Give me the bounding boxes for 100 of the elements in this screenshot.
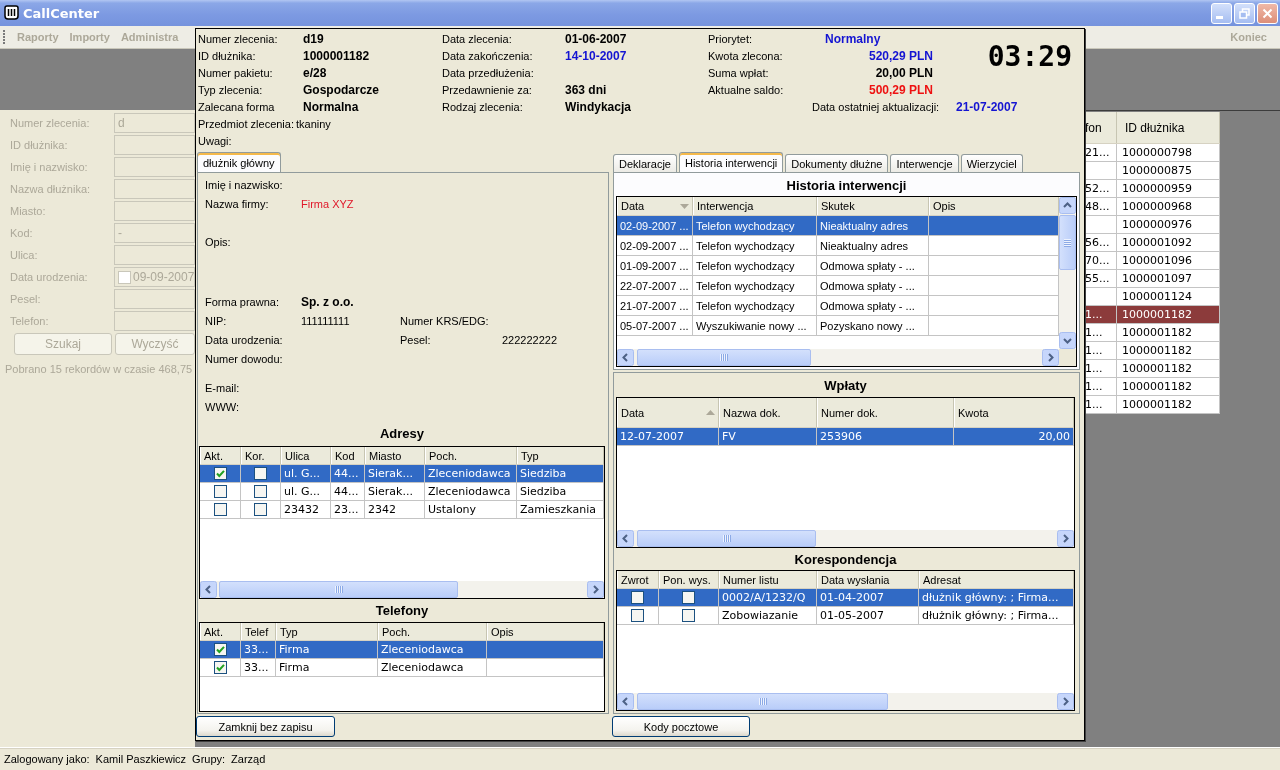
table-row[interactable]: 1... 1000001182	[1085, 396, 1220, 414]
postal-codes-button[interactable]: Kody pocztowe	[612, 716, 750, 737]
column-header[interactable]: Poch.	[425, 447, 517, 464]
column-header[interactable]: Data	[617, 398, 719, 427]
checkbox[interactable]	[682, 591, 695, 604]
column-header[interactable]: Nazwa dok.	[719, 398, 817, 427]
column-header[interactable]: Data	[617, 197, 693, 215]
table-row[interactable]: ul. G... 44... Sierak... Zleceniodawca Siedziba	[200, 465, 604, 483]
scroll-thumb[interactable]	[637, 530, 816, 547]
scroll-right-button[interactable]	[1057, 530, 1074, 547]
column-header[interactable]: Kwota	[954, 398, 1074, 427]
checkbox[interactable]	[213, 485, 227, 498]
table-row[interactable]: Zobowiazanie 01-05-2007 dłużnik główny: ; Firma...	[617, 607, 1074, 625]
table-row[interactable]: 56... 1000001092	[1085, 234, 1220, 252]
column-header[interactable]: ID dłużnika	[1117, 112, 1220, 143]
column-header[interactable]: Kor.	[241, 447, 281, 464]
scroll-left-button[interactable]	[617, 349, 634, 366]
table-row[interactable]: 01-09-2007 ... Telefon wychodzący Odmowa spłaty - ...	[617, 256, 1059, 276]
column-header[interactable]: Typ	[276, 623, 378, 640]
table-row[interactable]: 55... 1000001097	[1085, 270, 1220, 288]
table-row[interactable]: 23432 23... 2342 Ustalony Zamieszkania	[200, 501, 604, 519]
scroll-thumb[interactable]	[637, 349, 811, 366]
table-row[interactable]: 1000001124	[1085, 288, 1220, 306]
table-row[interactable]: 33... Firma Zleceniodawca	[200, 641, 604, 659]
table-row[interactable]: 02-09-2007 ... Telefon wychodzący Nieaktualny adres	[617, 216, 1059, 236]
checkbox[interactable]	[213, 643, 227, 656]
checkbox[interactable]	[254, 485, 267, 498]
table-row[interactable]: 21-07-2007 ... Telefon wychodzący Odmowa spłaty - ...	[617, 296, 1059, 316]
scroll-right-button[interactable]	[1042, 349, 1059, 366]
column-header[interactable]: Pon. wys.	[659, 571, 719, 588]
table-cell: 12-07-2007	[617, 428, 719, 446]
checkbox[interactable]	[682, 609, 695, 622]
checkbox[interactable]	[254, 503, 267, 516]
table-row[interactable]: 1... 1000001182	[1085, 378, 1220, 396]
section-title: Historia interwencji	[786, 178, 907, 193]
tab[interactable]: Interwencje	[890, 154, 959, 172]
scroll-left-button[interactable]	[200, 581, 217, 598]
column-header[interactable]: Telef	[241, 623, 276, 640]
restore-button[interactable]	[1234, 2, 1255, 24]
column-header[interactable]: Skutek	[817, 197, 929, 215]
scroll-right-button[interactable]	[587, 581, 604, 598]
checkbox[interactable]	[631, 591, 644, 604]
close-button[interactable]	[1257, 2, 1278, 24]
table-row[interactable]: 1000000875	[1085, 162, 1220, 180]
tab[interactable]: Deklaracje	[613, 154, 677, 172]
table-row[interactable]: 22-07-2007 ... Telefon wychodzący Odmowa spłaty - ...	[617, 276, 1059, 296]
scroll-thumb[interactable]	[637, 693, 888, 710]
scroll-thumb[interactable]	[1059, 215, 1076, 270]
tab[interactable]: Wierzyciel	[960, 154, 1023, 172]
column-header[interactable]: Opis	[487, 623, 604, 640]
table-row[interactable]: 02-09-2007 ... Telefon wychodzący Nieaktualny adres	[617, 236, 1059, 256]
scroll-thumb[interactable]	[219, 581, 458, 598]
table-row[interactable]: 0002/A/1232/Q 01-04-2007 dłużnik główny: ; Firma...	[617, 589, 1074, 607]
checkbox[interactable]	[254, 467, 267, 480]
scroll-left-button[interactable]	[617, 530, 634, 547]
column-header[interactable]: Akt.	[200, 447, 241, 464]
table-row[interactable]: 21... 1000000798	[1085, 144, 1220, 162]
column-header[interactable]: Adresat	[919, 571, 1074, 588]
table-row[interactable]: 52... 1000000959	[1085, 180, 1220, 198]
scroll-right-button[interactable]	[1057, 693, 1074, 710]
scroll-down-button[interactable]	[1059, 332, 1076, 349]
table-row[interactable]: 12-07-2007 FV 253906 20,00	[617, 428, 1074, 446]
horizontal-scrollbar[interactable]	[617, 530, 1074, 547]
cancel-button[interactable]: Zamknij bez zapisu	[196, 716, 335, 737]
column-header[interactable]: Poch.	[378, 623, 487, 640]
column-header[interactable]: Zwrot	[617, 571, 659, 588]
scroll-left-button[interactable]	[617, 693, 634, 710]
minimize-button[interactable]	[1211, 2, 1232, 24]
checkbox[interactable]	[213, 661, 227, 674]
table-row[interactable]: 1... 1000001182	[1085, 306, 1220, 324]
table-row[interactable]: 1... 1000001182	[1085, 360, 1220, 378]
checkbox[interactable]	[213, 503, 227, 516]
column-header[interactable]: Interwencja	[693, 197, 817, 215]
table-row[interactable]: 05-07-2007 ... Wyszukiwanie nowy ... Pozyskano nowy ...	[617, 316, 1059, 336]
column-header[interactable]: Typ	[517, 447, 604, 464]
column-header[interactable]: Miasto	[365, 447, 425, 464]
table-row[interactable]: 1000000976	[1085, 216, 1220, 234]
tab[interactable]: Historia interwencji	[678, 152, 784, 172]
column-header[interactable]: Akt.	[200, 623, 241, 640]
checkbox[interactable]	[631, 609, 644, 622]
table-row[interactable]: ul. G... 44... Sierak... Zleceniodawca Siedziba	[200, 483, 604, 501]
table-row[interactable]: 48... 1000000968	[1085, 198, 1220, 216]
column-header[interactable]: Numer dok.	[817, 398, 954, 427]
table-row[interactable]: 1... 1000001182	[1085, 342, 1220, 360]
table-row[interactable]: 1... 1000001182	[1085, 324, 1220, 342]
horizontal-scrollbar[interactable]	[200, 581, 604, 598]
checkbox[interactable]	[213, 467, 227, 480]
tab[interactable]: dłużnik główny	[197, 152, 281, 172]
column-header[interactable]: Numer listu	[719, 571, 817, 588]
tab[interactable]: Dokumenty dłużne	[785, 154, 889, 172]
column-header[interactable]: Kod	[331, 447, 365, 464]
column-header[interactable]: Ulica	[281, 447, 331, 464]
table-row[interactable]: 33... Firma Zleceniodawca	[200, 659, 604, 677]
field-label: Priorytet:	[708, 32, 752, 45]
column-header[interactable]: Data wysłania	[817, 571, 919, 588]
vertical-scrollbar[interactable]	[1059, 197, 1076, 349]
scroll-up-button[interactable]	[1059, 197, 1076, 214]
table-row[interactable]: 70... 1000001096	[1085, 252, 1220, 270]
horizontal-scrollbar[interactable]	[617, 349, 1059, 366]
horizontal-scrollbar[interactable]	[617, 693, 1074, 710]
